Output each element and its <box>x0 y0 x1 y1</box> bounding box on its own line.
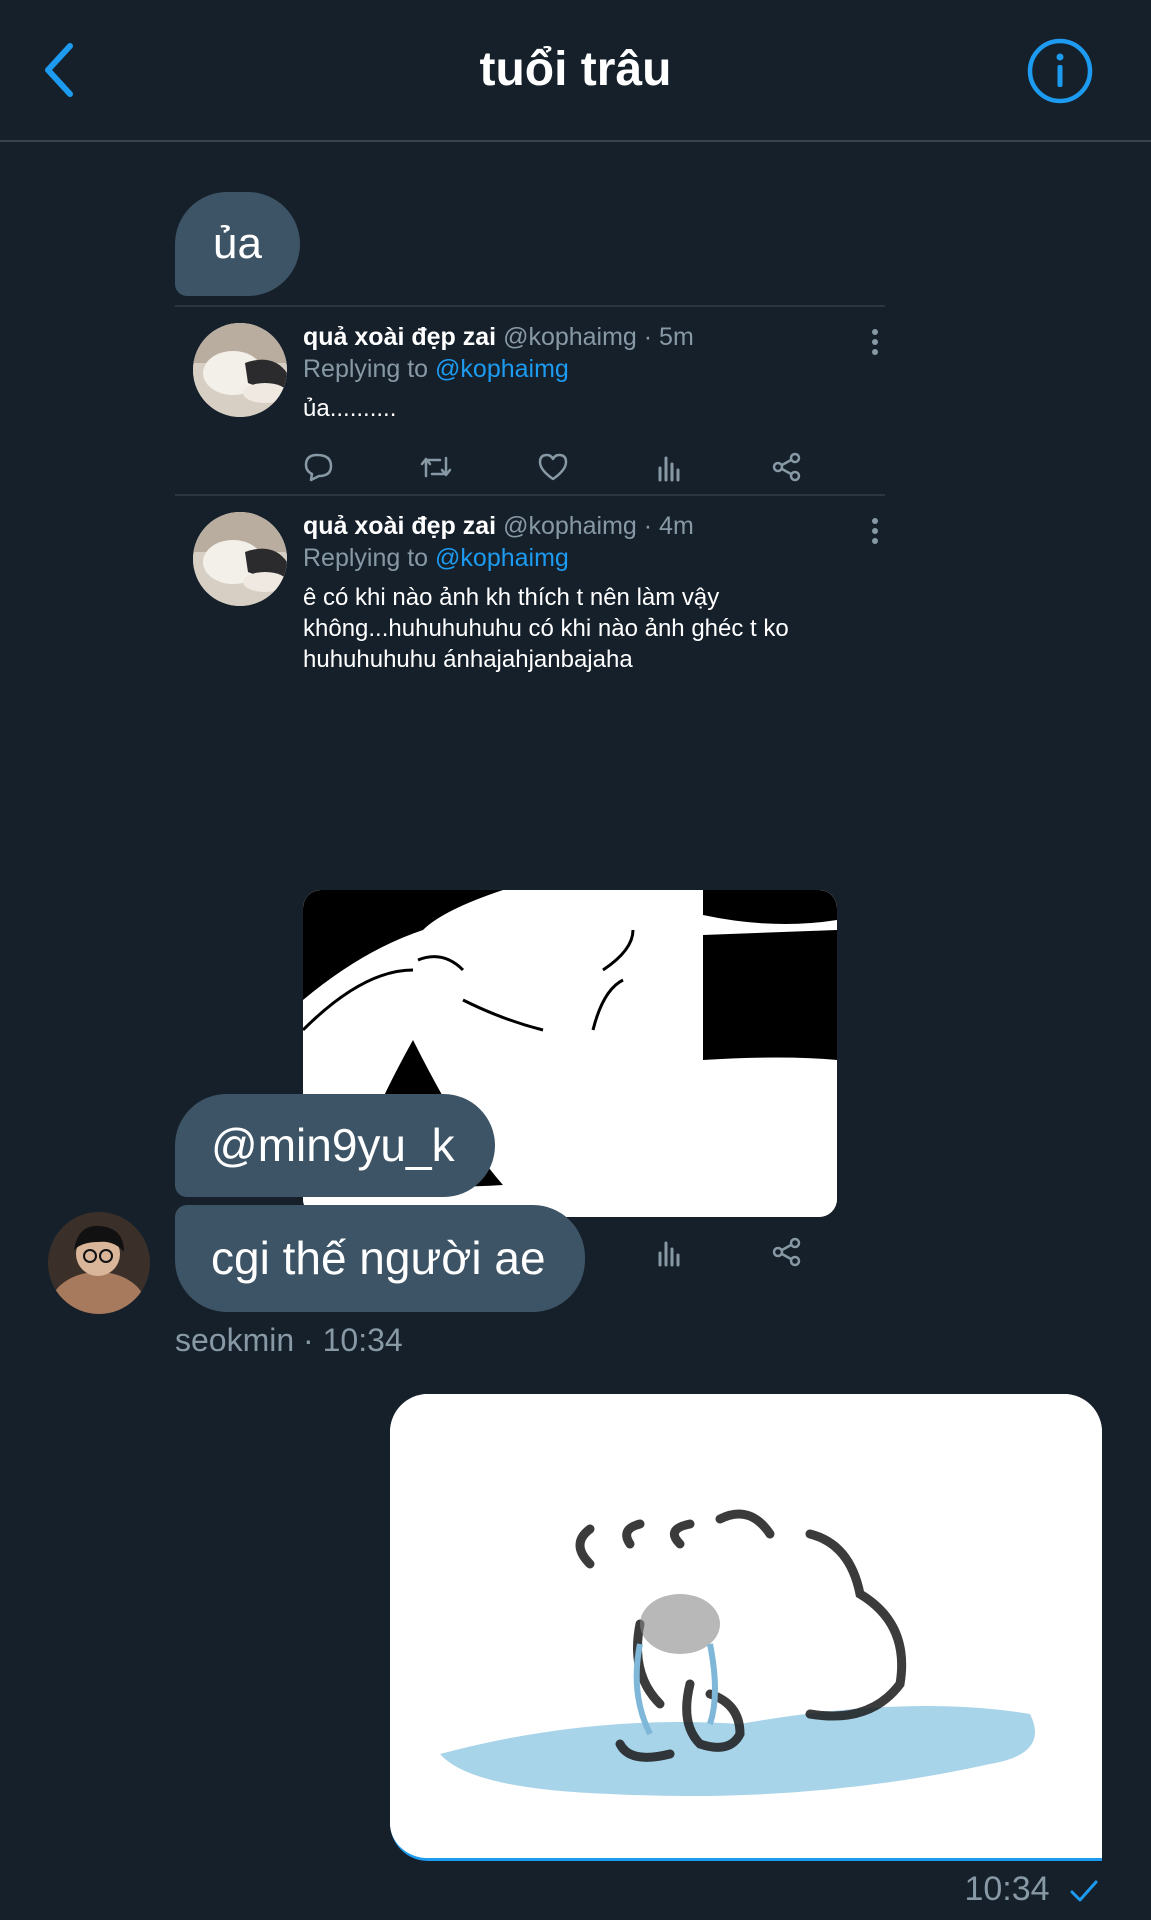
sender-avatar[interactable] <box>48 1212 150 1314</box>
read-check-icon <box>1070 1880 1098 1902</box>
info-icon[interactable] <box>1027 38 1093 104</box>
more-icon[interactable] <box>871 518 879 544</box>
tweet-avatar[interactable] <box>193 512 287 606</box>
replying-prefix: Replying to <box>303 544 436 572</box>
analytics-icon[interactable] <box>654 452 686 482</box>
conversation-title: tuổi trâu <box>479 43 672 96</box>
replying-to: Replying to @kophaimg <box>303 542 865 574</box>
tweet-avatar[interactable] <box>193 323 287 417</box>
sent-image-message[interactable] <box>390 1394 1102 1861</box>
tweet-handle-time: @kophaimg · 4m <box>503 512 694 540</box>
reply-icon[interactable] <box>303 452 335 482</box>
conversation-header: tuổi trâu <box>0 0 1151 142</box>
sent-time: 10:34 <box>964 1870 1050 1908</box>
tweet-text-line: ê có khi nào ảnh kh thích t nên làm vậy <box>303 584 720 611</box>
message-bubble[interactable]: @min9yu_k <box>175 1094 495 1197</box>
sent-message-meta: 10:34 <box>964 1870 1099 1909</box>
quoted-tweet[interactable]: quả xoài đẹp zai @kophaimg · 4m Replying… <box>175 494 885 1267</box>
tweet-handle-time: @kophaimg · 5m <box>503 323 694 351</box>
tweet-author-name[interactable]: quả xoài đẹp zai <box>303 323 496 351</box>
like-icon[interactable] <box>537 452 569 482</box>
message-bubble[interactable]: cgi thế người ae <box>175 1205 585 1312</box>
replying-handle-link[interactable]: @kophaimg <box>435 355 569 383</box>
replying-to: Replying to @kophaimg <box>303 353 865 385</box>
share-icon[interactable] <box>771 452 803 482</box>
tweet-text: ủa.......... <box>303 395 397 422</box>
replying-prefix: Replying to <box>303 355 436 383</box>
tweet-text-line: huhuhuhuhu ánhajahjanbajaha <box>303 646 633 673</box>
tweet-text-line: không...huhuhuhuhu có khi nào ảnh ghéc t… <box>303 615 789 642</box>
share-icon[interactable] <box>771 1237 803 1267</box>
tweet-author-name[interactable]: quả xoài đẹp zai <box>303 512 496 540</box>
retweet-icon[interactable] <box>420 452 452 482</box>
replying-handle-link[interactable]: @kophaimg <box>435 544 569 572</box>
message-bubble[interactable]: ủa <box>175 192 300 296</box>
message-meta: seokmin · 10:34 <box>175 1322 403 1358</box>
tweet-actions <box>303 452 803 482</box>
more-icon[interactable] <box>871 329 879 355</box>
analytics-icon[interactable] <box>654 1237 686 1267</box>
tweet-text: ê có khi nào ảnh kh thích t nên làm vậy … <box>303 582 865 675</box>
quoted-tweet[interactable]: quả xoài đẹp zai @kophaimg · 5m Replying… <box>175 305 885 487</box>
